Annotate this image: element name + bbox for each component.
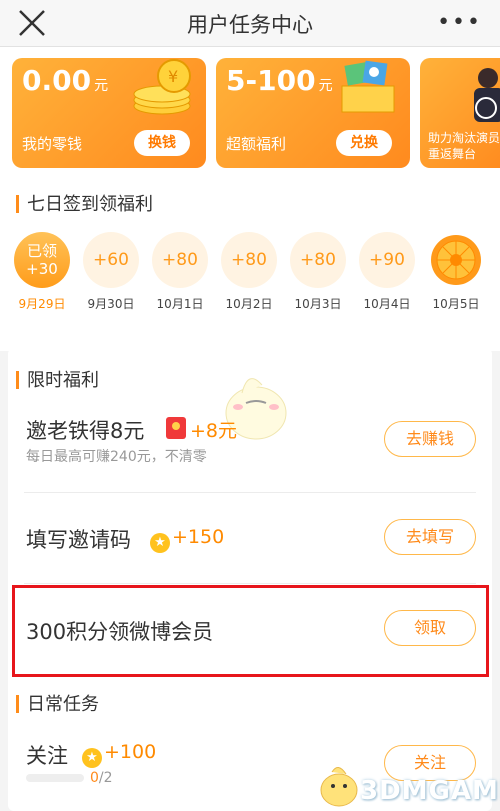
bonus-card[interactable]: 5-100 元 超额福利 兑换 (216, 58, 410, 168)
checkin-days: 已领 +30 9月29日 +60 9月30日 +80 10月1日 +80 10月2… (0, 232, 500, 312)
red-packet-icon (166, 417, 186, 439)
follow-task-reward: ★ +100 (82, 741, 156, 768)
page-title: 用户任务中心 (187, 13, 313, 37)
svg-text:¥: ¥ (168, 67, 178, 86)
gift-box-icon (341, 60, 395, 113)
checkin-day[interactable]: +80 10月1日 (150, 232, 210, 312)
invite-task-title: 邀老铁得8元 (26, 419, 145, 443)
checkin-day[interactable]: 10月5日 (426, 232, 486, 312)
exchange-cash-button[interactable]: 换钱 (134, 130, 190, 156)
invite-task-reward: +8元 (190, 420, 238, 442)
divider (24, 492, 476, 493)
performer-image (474, 68, 500, 122)
coin-icon: ★ (82, 748, 102, 768)
bonus-label: 超额福利 (226, 135, 287, 153)
follow-task-title: 关注 (26, 744, 68, 768)
watermark-text: 3DMGAME (360, 776, 500, 806)
wallet-label: 我的零钱 (22, 135, 83, 153)
checkin-section-title: 七日签到领福利 (16, 190, 153, 216)
wallet-card[interactable]: ¥ 0.00 元 我的零钱 换钱 (12, 58, 206, 168)
redeem-button[interactable]: 兑换 (336, 130, 392, 156)
invite-code-reward: ★ +150 (150, 526, 224, 553)
invite-code-task-title: 填写邀请码 (26, 528, 131, 552)
checkin-day[interactable]: +80 10月2日 (219, 232, 279, 312)
wallet-amount: 0.00 元 (22, 64, 109, 97)
reward-cards: ¥ 0.00元 我的零钱 换钱 5-100元 超额福利 兑换 助力淘汰演员重 (0, 58, 500, 170)
checkin-day[interactable]: 已领 +30 9月29日 (12, 232, 72, 312)
limited-section-title: 限时福利 (16, 366, 99, 392)
actor-card-label: 助力淘汰演员重返舞台 (428, 131, 500, 161)
fill-code-button[interactable]: 去填写 (384, 519, 476, 555)
more-icon[interactable]: ••• (437, 10, 482, 35)
page: 用户任务中心 ••• ¥ 0.00 元 我的零钱 换钱 5-100 元 超额福利… (0, 0, 500, 811)
highlight-box (12, 585, 489, 677)
bonus-amount: 5-100 元 (226, 64, 333, 97)
invite-task-subtitle: 每日最高可赚240元，不清零 (26, 449, 207, 465)
checkin-day[interactable]: +60 9月30日 (81, 232, 141, 312)
coins-icon: ¥ (133, 59, 191, 115)
follow-progress-bar (26, 774, 84, 782)
watermark-mascot-image (320, 767, 358, 807)
divider (24, 583, 476, 584)
earn-money-button[interactable]: 去赚钱 (384, 421, 476, 457)
header-bar: 用户任务中心 ••• (0, 0, 500, 47)
checkin-day[interactable]: +80 10月3日 (288, 232, 348, 312)
coin-icon: ★ (150, 533, 170, 553)
daily-section-title: 日常任务 (16, 690, 99, 716)
actor-card[interactable]: 助力淘汰演员重返舞台 (420, 58, 500, 168)
prize-wheel-icon (431, 235, 481, 285)
checkin-day[interactable]: +90 10月4日 (357, 232, 417, 312)
follow-progress-text: 0/2 (90, 770, 113, 786)
